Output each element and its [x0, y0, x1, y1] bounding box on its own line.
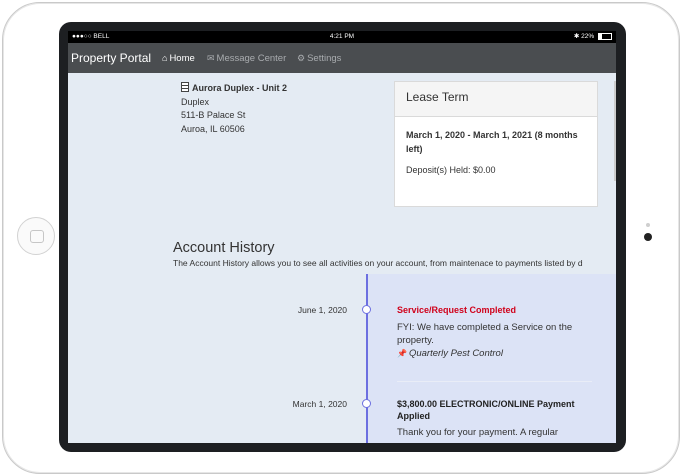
event-title: $3,800.00 ELECTRONIC/ONLINE Payment Appl…: [397, 399, 575, 421]
event-date: June 1, 2020: [297, 305, 347, 315]
lease-term-heading: Lease Term: [395, 82, 597, 117]
brand-link[interactable]: Property Portal: [71, 43, 151, 73]
property-name: Aurora Duplex - Unit 2: [192, 83, 288, 93]
nav-home[interactable]: ⌂ Home: [162, 43, 195, 74]
home-icon: ⌂: [162, 53, 168, 63]
pin-icon: 📌: [397, 349, 407, 358]
status-time: 4:21 PM: [329, 33, 355, 40]
battery-fill: [599, 33, 602, 39]
account-history-title: Account History: [173, 240, 275, 256]
nav-home-label: Home: [169, 53, 195, 64]
nav-message-center-label: Message Center: [216, 53, 287, 64]
event-body: FYI: We have completed a Service on the …: [397, 321, 592, 360]
lease-term-card: Lease Term March 1, 2020 - March 1, 2021…: [394, 81, 598, 207]
event-title: Service/Request Completed: [397, 305, 517, 315]
event-message: FYI: We have completed a Service on the …: [397, 322, 573, 346]
home-hardware-button[interactable]: [17, 217, 55, 255]
event-date: March 1, 2020: [292, 399, 347, 409]
status-bar: ●●●○○ BELL 4:21 PM ✱ 22%: [68, 31, 616, 43]
timeline-dot: [362, 305, 371, 314]
bluetooth-icon: ✱: [573, 33, 580, 40]
deposit-held: Deposit(s) Held: $0.00: [406, 165, 496, 175]
property-street: 511-B Palace St: [181, 110, 246, 120]
account-history-description: The Account History allows you to see al…: [173, 258, 583, 268]
gears-icon: ⚙: [297, 53, 306, 63]
battery-percent: 22%: [581, 33, 595, 40]
camera-icon: [644, 233, 652, 241]
building-icon: [181, 82, 189, 92]
screen: ●●●○○ BELL 4:21 PM ✱ 22% Property Portal…: [68, 31, 616, 443]
property-type: Duplex: [181, 96, 210, 107]
timeline-line: [366, 274, 368, 443]
top-navbar: Property Portal ⌂ Home ✉ Message Center ⚙ S…: [68, 43, 616, 73]
nav-message-center[interactable]: ✉ Message Center: [207, 43, 286, 74]
nav-settings-label: Settings: [307, 53, 342, 64]
property-city: Auroa, IL 60506: [181, 123, 245, 134]
event-message: Thank you for your payment. A regular: [397, 427, 559, 438]
envelope-icon: ✉: [207, 53, 215, 63]
event-divider: [397, 381, 592, 382]
battery-icon: [598, 32, 612, 40]
lease-dates: March 1, 2020 - March 1, 2021 (8 months …: [406, 130, 578, 154]
nav-settings[interactable]: ⚙ Settings: [297, 43, 341, 74]
battery-status: ✱ 22%: [574, 31, 612, 43]
timeline-dot: [362, 399, 371, 408]
sensor-dot: [646, 223, 650, 227]
right-panel-edge: [614, 81, 616, 181]
property-info: Aurora Duplex - Unit 2 Duplex 511-B Pala…: [181, 82, 287, 136]
event-note: Quarterly Pest Control: [408, 348, 503, 359]
